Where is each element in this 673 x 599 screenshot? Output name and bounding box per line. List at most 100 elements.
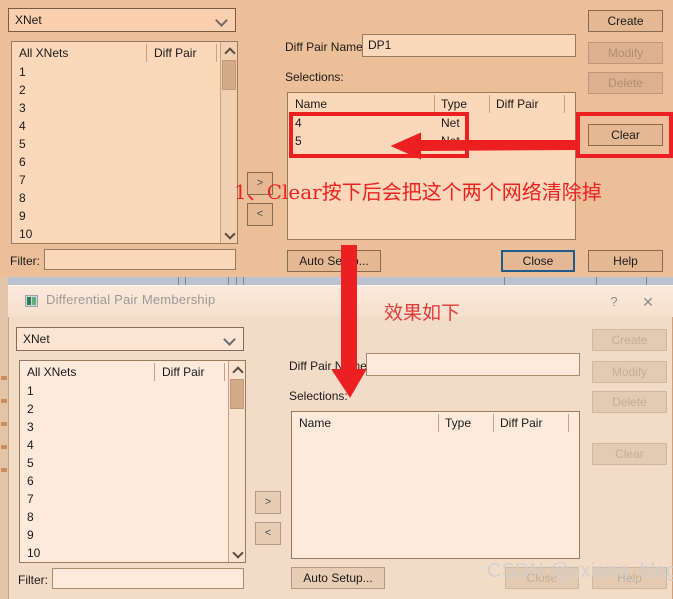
list-item[interactable]: 5 — [20, 455, 245, 473]
column-divider — [489, 95, 490, 113]
create-button-top[interactable]: Create — [588, 10, 663, 32]
list-item-label: 3 — [19, 101, 26, 115]
filter-input-top[interactable] — [44, 249, 236, 270]
column-header-diff-pair: Diff Pair — [496, 97, 539, 111]
list-item-label: 6 — [27, 474, 34, 488]
list-item-label: 7 — [19, 173, 26, 187]
column-divider — [564, 95, 565, 113]
column-header-type: Type — [445, 416, 472, 430]
all-xnets-scrollbar-bottom[interactable] — [228, 361, 245, 562]
close-button-top[interactable]: Close — [501, 250, 575, 272]
auto-setup-button-bottom[interactable]: Auto Setup... — [291, 567, 385, 589]
column-divider — [146, 44, 147, 62]
list-item[interactable]: 5 — [12, 136, 237, 154]
list-item[interactable]: 2 — [20, 401, 245, 419]
delete-button-top: Delete — [588, 72, 663, 94]
all-xnets-rows-bottom[interactable]: 1 2 3 4 5 6 7 8 9 10 — [20, 383, 245, 562]
modify-button-top: Modify — [588, 42, 663, 64]
all-xnets-listbox-bottom[interactable]: All XNets Diff Pair 1 2 3 4 5 6 7 8 9 10 — [19, 360, 246, 563]
column-header-type: Type — [441, 97, 468, 111]
list-item-label: 2 — [27, 402, 34, 416]
move-right-button-bottom[interactable]: > — [255, 491, 281, 514]
selections-label-top: Selections: — [285, 70, 344, 84]
list-item[interactable]: 6 — [12, 154, 237, 172]
annotation-result-text: 效果如下 — [384, 302, 461, 324]
list-item-label: 4 — [19, 119, 26, 133]
window-title: Differential Pair Membership — [46, 292, 216, 307]
filter-input-bottom[interactable] — [52, 568, 244, 589]
list-item-label: 5 — [27, 456, 34, 470]
list-item[interactable]: 9 — [12, 208, 237, 226]
chevron-down-icon[interactable] — [229, 545, 245, 561]
list-item[interactable]: 4 — [20, 437, 245, 455]
diff-pair-name-value-top: DP1 — [368, 38, 392, 52]
diff-pair-name-label-top: Diff Pair Name: — [285, 40, 367, 54]
list-item[interactable]: 7 — [20, 491, 245, 509]
chevron-down-icon[interactable] — [221, 226, 237, 242]
all-xnets-rows-top[interactable]: 1 2 3 4 5 6 7 8 9 10 — [12, 64, 237, 243]
annotation-box-clear-button — [576, 112, 673, 158]
list-item-label: 8 — [19, 191, 26, 205]
selections-label-bottom: Selections: — [289, 389, 348, 403]
clear-button-bottom: Clear — [592, 443, 667, 465]
list-item-label: 6 — [19, 155, 26, 169]
list-item-label: 4 — [27, 438, 34, 452]
move-left-button-top[interactable]: < — [247, 203, 273, 226]
list-item[interactable]: 10 — [20, 545, 245, 562]
list-item[interactable]: 1 — [12, 64, 237, 82]
net-class-combo-bottom[interactable]: XNet — [16, 327, 244, 351]
all-xnets-scrollbar-top[interactable] — [220, 42, 237, 243]
scrollbar-thumb[interactable] — [222, 60, 236, 90]
all-xnets-header-bottom: All XNets Diff Pair — [20, 361, 245, 383]
list-item[interactable]: 4 — [12, 118, 237, 136]
list-item[interactable]: 6 — [20, 473, 245, 491]
column-divider — [216, 44, 217, 62]
list-item[interactable]: 8 — [20, 509, 245, 527]
list-item[interactable]: 10 — [12, 226, 237, 243]
column-header-all-xnets: All XNets — [27, 365, 77, 379]
list-item-label: 7 — [27, 492, 34, 506]
column-divider — [434, 95, 435, 113]
scrollbar-thumb[interactable] — [230, 379, 244, 409]
net-class-combo-top[interactable]: XNet — [8, 8, 236, 32]
chevron-up-icon[interactable] — [221, 43, 237, 59]
list-item[interactable]: 9 — [20, 527, 245, 545]
all-xnets-header-top: All XNets Diff Pair — [12, 42, 237, 64]
list-item[interactable]: 3 — [20, 419, 245, 437]
auto-setup-button-top[interactable]: Auto Setup... — [287, 250, 381, 272]
column-divider — [493, 414, 494, 432]
list-item-label: 9 — [19, 209, 26, 223]
net-class-combo-value-bottom: XNet — [23, 332, 50, 346]
diff-pair-membership-dialog-bottom: Differential Pair Membership ? ✕ XNet Al… — [8, 285, 673, 599]
column-divider — [224, 363, 225, 381]
list-item[interactable]: 3 — [12, 100, 237, 118]
list-item-label: 3 — [27, 420, 34, 434]
create-button-bottom: Create — [592, 329, 667, 351]
annotation-step1-text: 1、Clear按下后会把这个两个网络清除掉 — [234, 180, 602, 204]
list-item[interactable]: 2 — [12, 82, 237, 100]
selections-listbox-bottom[interactable]: Name Type Diff Pair — [291, 411, 580, 559]
diff-pair-name-input-bottom[interactable] — [366, 353, 580, 376]
modify-button-bottom: Modify — [592, 361, 667, 383]
help-button-top[interactable]: Help — [588, 250, 663, 272]
all-xnets-listbox-top[interactable]: All XNets Diff Pair 1 2 3 4 5 6 7 8 9 10 — [11, 41, 238, 244]
close-icon[interactable]: ✕ — [635, 291, 661, 313]
list-item[interactable]: 7 — [12, 172, 237, 190]
diff-pair-name-label-bottom: Diff Pair Name: — [289, 359, 371, 373]
filter-label-bottom: Filter: — [18, 573, 48, 587]
move-left-button-bottom[interactable]: < — [255, 522, 281, 545]
list-item-label: 1 — [27, 384, 34, 398]
list-item[interactable]: 1 — [20, 383, 245, 401]
column-header-diff-pair: Diff Pair — [154, 46, 197, 60]
selections-rows-bottom[interactable] — [292, 434, 579, 558]
column-header-diff-pair: Diff Pair — [500, 416, 543, 430]
column-divider — [438, 414, 439, 432]
filter-label-top: Filter: — [10, 254, 40, 268]
help-icon[interactable]: ? — [601, 291, 627, 313]
list-item-label: 10 — [27, 546, 41, 560]
chevron-up-icon[interactable] — [229, 362, 245, 378]
list-item[interactable]: 8 — [12, 190, 237, 208]
column-header-all-xnets: All XNets — [19, 46, 69, 60]
diff-pair-name-input-top[interactable]: DP1 — [362, 34, 576, 57]
column-header-name: Name — [295, 97, 328, 111]
